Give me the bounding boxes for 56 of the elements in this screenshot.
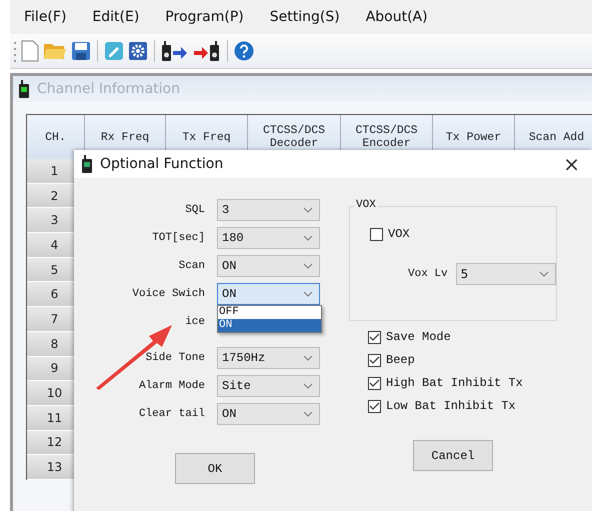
dropdown[interactable]: Site (217, 374, 320, 396)
field-label: SQL (185, 204, 205, 216)
chevron-down-icon (303, 234, 313, 240)
menu-item[interactable]: Edit(E) (92, 9, 140, 25)
field-label: Clear tail (138, 408, 205, 420)
menu-item[interactable]: Program(P) (165, 9, 244, 25)
help-icon[interactable] (234, 41, 254, 61)
radio-read-icon[interactable] (161, 40, 189, 62)
field-label: Side Tone (146, 352, 205, 364)
field-label: Vox Lv (408, 268, 448, 280)
checkbox[interactable] (370, 228, 383, 240)
dropdown-option[interactable]: ON (218, 318, 321, 332)
checkbox-label: Save Mode (386, 330, 451, 344)
save-icon[interactable] (71, 41, 91, 61)
chevron-down-icon (303, 354, 313, 360)
dropdown[interactable]: 3 (217, 198, 320, 220)
dropdown-option[interactable]: OFF (218, 306, 321, 318)
chevron-down-icon (303, 206, 313, 212)
field-label: ice (185, 316, 205, 328)
close-button[interactable]: × (559, 154, 584, 174)
dropdown[interactable]: ON (217, 402, 320, 424)
dropdown[interactable]: ON (217, 282, 320, 304)
checkbox[interactable] (368, 376, 381, 390)
checkbox-label: High Bat Inhibit Tx (386, 376, 523, 390)
dialog-title: Optional Function (100, 156, 224, 172)
field-label: Alarm Mode (138, 380, 205, 392)
toolbar-grip-icon (14, 40, 17, 62)
checkbox[interactable] (368, 400, 381, 412)
chevron-down-icon (303, 262, 313, 268)
cancel-button[interactable]: Cancel (413, 440, 493, 471)
ok-button[interactable]: OK (175, 453, 255, 484)
dropdown[interactable]: ON (217, 254, 320, 276)
checkbox-label: VOX (388, 227, 410, 241)
menu-item[interactable]: About(A) (366, 9, 428, 25)
field-label: TOT[sec] (152, 232, 205, 244)
chevron-down-icon (303, 382, 313, 388)
window-title: Channel Information (37, 81, 180, 97)
checkbox-label: Low Bat Inhibit Tx (386, 399, 516, 413)
dropdown[interactable]: 1750Hz (217, 346, 320, 368)
new-file-icon[interactable] (21, 40, 39, 62)
chevron-down-icon (303, 410, 313, 416)
dropdown[interactable]: 180 (217, 226, 320, 248)
field-label: Scan (178, 260, 205, 272)
settings-icon[interactable] (128, 41, 148, 61)
checkbox-label: Beep (386, 353, 415, 367)
menu-item[interactable]: Setting(S) (270, 9, 340, 25)
chevron-down-icon (303, 290, 313, 296)
dropdown[interactable]: 5 (456, 263, 556, 285)
checkbox[interactable] (368, 330, 381, 344)
radio-write-icon[interactable] (193, 40, 221, 62)
radio-icon (82, 155, 92, 173)
chevron-down-icon (539, 271, 549, 277)
checkbox[interactable] (368, 354, 381, 366)
radio-icon (19, 80, 29, 98)
field-label: Voice Swich (132, 288, 205, 300)
menu-item[interactable]: File(F) (24, 9, 66, 25)
